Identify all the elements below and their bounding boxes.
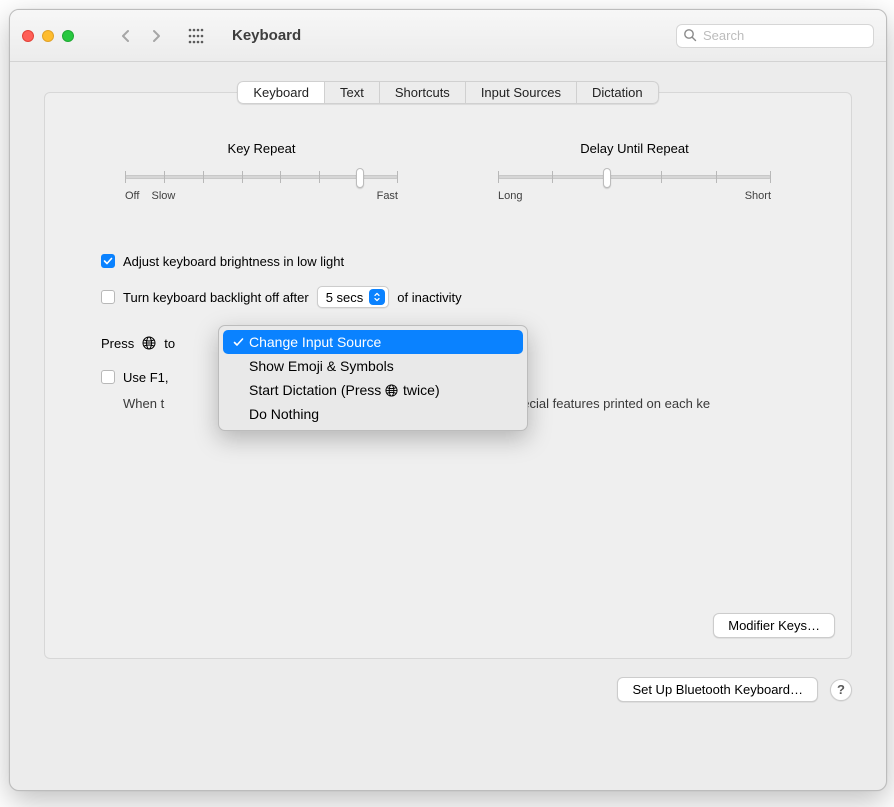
minimize-window-button[interactable] — [42, 30, 54, 42]
nav-controls — [114, 24, 168, 48]
chevron-updown-icon — [369, 289, 385, 305]
backlight-off-label-post: of inactivity — [397, 290, 461, 305]
globe-icon — [142, 336, 156, 350]
backlight-off-label-pre: Turn keyboard backlight off after — [123, 290, 309, 305]
tabbar: Keyboard Text Shortcuts Input Sources Di… — [237, 81, 658, 104]
preferences-window: Keyboard Keyboard Text Shortcuts Input S… — [9, 9, 887, 791]
delay-label: Delay Until Repeat — [498, 141, 771, 156]
delay-slider[interactable] — [498, 166, 771, 186]
adjust-brightness-row: Adjust keyboard brightness in low light — [101, 248, 795, 274]
delay-group: Delay Until Repeat Long Short — [498, 141, 771, 202]
globe-icon — [385, 384, 399, 398]
key-repeat-label: Key Repeat — [125, 141, 398, 156]
modifier-keys-button[interactable]: Modifier Keys… — [713, 613, 835, 638]
keyboard-pane: Keyboard Text Shortcuts Input Sources Di… — [44, 92, 852, 659]
search-wrap — [676, 24, 874, 48]
search-icon — [683, 28, 697, 45]
tab-shortcuts[interactable]: Shortcuts — [380, 81, 466, 104]
key-repeat-labels: OffSlow Fast — [125, 190, 398, 202]
window-title: Keyboard — [232, 27, 301, 44]
tab-input-sources[interactable]: Input Sources — [466, 81, 577, 104]
use-fn-checkbox[interactable] — [101, 370, 115, 384]
adjust-brightness-label: Adjust keyboard brightness in low light — [123, 254, 344, 269]
key-repeat-slider[interactable] — [125, 166, 398, 186]
press-globe-post: to — [164, 336, 175, 351]
backlight-off-checkbox[interactable] — [101, 290, 115, 304]
press-globe-pre: Press — [101, 336, 134, 351]
adjust-brightness-checkbox[interactable] — [101, 254, 115, 268]
tab-dictation[interactable]: Dictation — [577, 81, 659, 104]
dd-start-dictation[interactable]: Start Dictation (Press twice) — [223, 378, 523, 402]
zoom-window-button[interactable] — [62, 30, 74, 42]
dd-show-emoji[interactable]: Show Emoji & Symbols — [223, 354, 523, 378]
tab-keyboard[interactable]: Keyboard — [237, 81, 325, 104]
footer-outside: Set Up Bluetooth Keyboard… ? — [44, 659, 852, 702]
backlight-off-popup[interactable]: 5 secs — [317, 286, 390, 308]
dd-do-nothing[interactable]: Do Nothing — [223, 402, 523, 426]
footer-inside: Modifier Keys… — [45, 603, 851, 638]
backlight-off-row: Turn keyboard backlight off after 5 secs… — [101, 284, 795, 310]
press-globe-dropdown[interactable]: Change Input Source Show Emoji & Symbols… — [218, 325, 528, 431]
window-controls — [22, 30, 74, 42]
tab-text[interactable]: Text — [325, 81, 380, 104]
titlebar: Keyboard — [10, 10, 886, 62]
delay-labels: Long Short — [498, 190, 771, 202]
dd-change-input-source[interactable]: Change Input Source — [223, 330, 523, 354]
close-window-button[interactable] — [22, 30, 34, 42]
back-button[interactable] — [114, 24, 138, 48]
show-all-prefs-button[interactable] — [184, 24, 208, 48]
sliders: Key Repeat OffSlow Fast Delay Until Repe… — [101, 141, 795, 232]
key-repeat-group: Key Repeat OffSlow Fast — [125, 141, 398, 202]
tabs: Keyboard Text Shortcuts Input Sources Di… — [45, 81, 851, 104]
search-input[interactable] — [676, 24, 874, 48]
use-fn-label-pre: Use F1, — [123, 370, 169, 385]
bluetooth-keyboard-button[interactable]: Set Up Bluetooth Keyboard… — [617, 677, 818, 702]
forward-button[interactable] — [144, 24, 168, 48]
help-button[interactable]: ? — [830, 679, 852, 701]
check-icon — [231, 337, 245, 348]
content: Keyboard Text Shortcuts Input Sources Di… — [10, 62, 886, 790]
